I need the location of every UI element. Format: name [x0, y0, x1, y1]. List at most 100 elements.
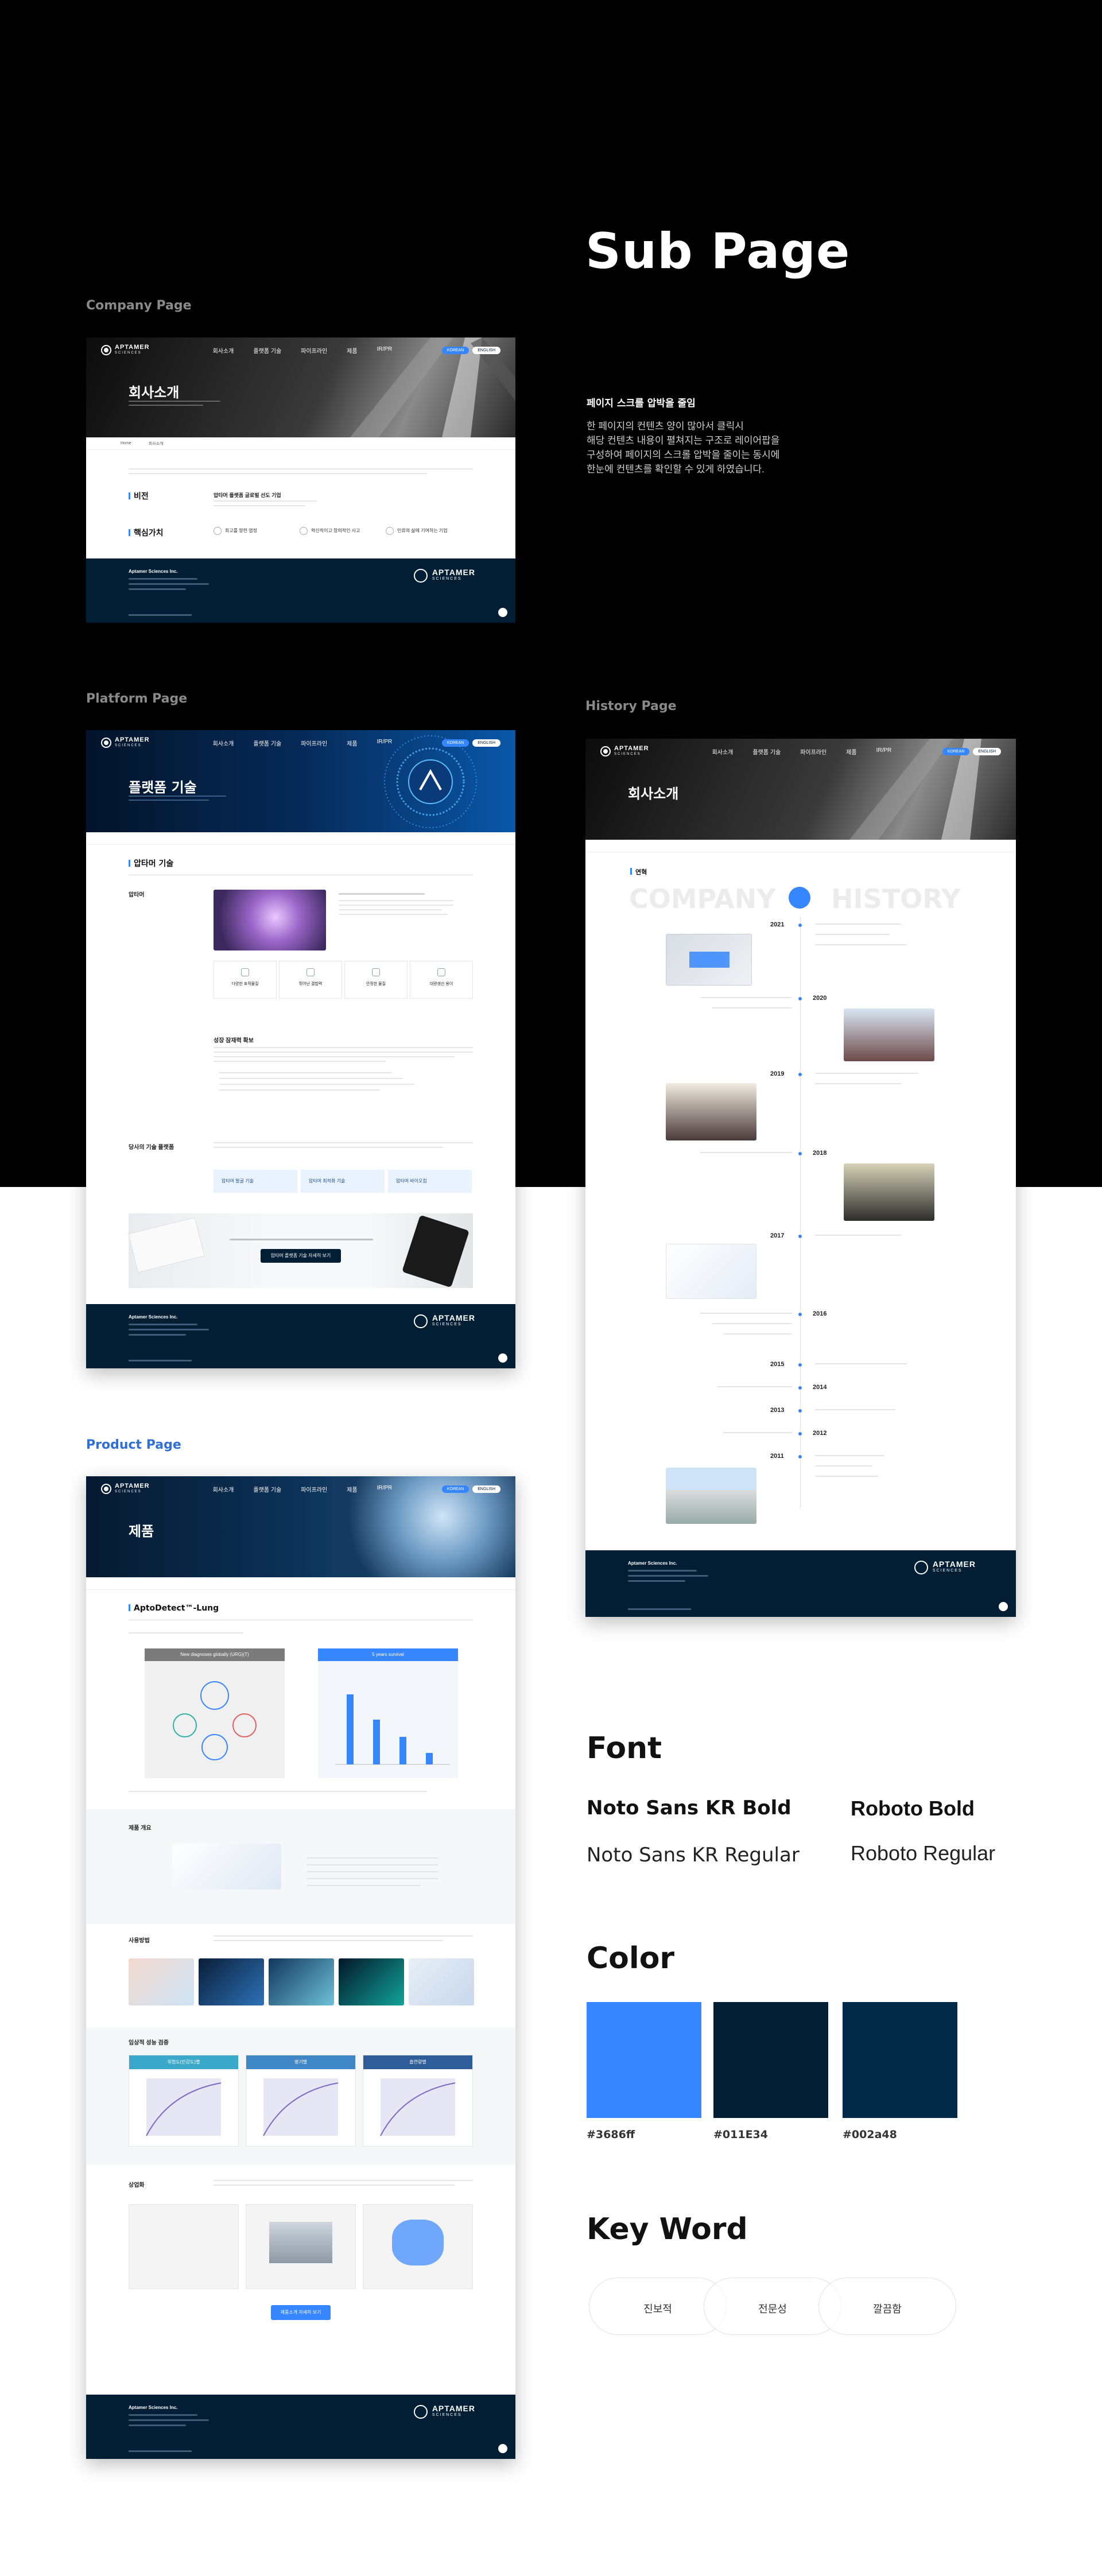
nav-item[interactable]: 제품: [347, 739, 357, 747]
lang-en-button[interactable]: ENGLISH: [472, 739, 500, 747]
commercial-card: [129, 2204, 239, 2289]
nav-item[interactable]: 회사소개: [213, 1485, 234, 1493]
footer: Aptamer Sciences Inc. APTAMER SCIENCES: [585, 1550, 1016, 1617]
brand-logo[interactable]: APTAMER SCIENCES: [101, 344, 150, 356]
clinical-tab-label[interactable]: 위험도(민감도)별: [129, 2055, 238, 2069]
intro-line: 해당 컨텐츠 내용이 펼쳐지는 구조로 레이어팝을: [587, 435, 780, 446]
platform-page-mock: 플랫폼 기술 APTAMER SCIENCES 회사소개 플랫폼 기술 파이프라인…: [86, 730, 515, 1368]
keyword-chip: 깔끔함: [818, 2278, 956, 2335]
feature-icon: [437, 968, 445, 976]
nav-item[interactable]: 플랫폼 기술: [253, 1485, 281, 1493]
tech-button[interactable]: 압타머 바이오칩: [388, 1170, 472, 1193]
platform-page-label: Platform Page: [86, 692, 188, 706]
intro-line: 구성하여 페이지의 스크롤 압박을 줄이는 동시에: [587, 449, 780, 460]
nav-item[interactable]: IR/PR: [377, 1485, 393, 1493]
brand-logo[interactable]: APTAMER SCIENCES: [600, 746, 649, 757]
growth-subheading: 성장 잠재력 확보: [214, 1038, 254, 1044]
color-label: #002a48: [843, 2128, 897, 2141]
nav-item[interactable]: 제품: [846, 747, 856, 756]
section-heading: 압타머 기술: [129, 858, 173, 869]
logo-text: APTAMER SCIENCES: [115, 344, 150, 355]
page-title: Sub Page: [585, 223, 851, 280]
nav-item[interactable]: 파이프라인: [301, 346, 327, 355]
nav-item[interactable]: 플랫폼 기술: [253, 346, 281, 355]
year-label: 2021: [770, 921, 785, 928]
lang-kr-button[interactable]: KOREAN: [441, 1485, 469, 1493]
year-label: 2019: [770, 1070, 785, 1077]
feature-card: 다양한 표적물질: [214, 961, 277, 999]
nav-item[interactable]: 파이프라인: [301, 739, 327, 747]
scroll-top-button[interactable]: [498, 2444, 507, 2453]
hero-title: 플랫폼 기술: [129, 779, 197, 796]
hero-subtitle: [129, 401, 226, 406]
history-photo: [666, 1244, 756, 1299]
keyword-text: 깔끔함: [873, 2303, 902, 2315]
method-step-image: [269, 1958, 334, 2005]
tech-button[interactable]: 압타머 최적화 기술: [301, 1170, 385, 1193]
nav-item[interactable]: IR/PR: [876, 747, 892, 756]
year-label: 2016: [813, 1310, 827, 1317]
year-label: 2017: [770, 1232, 785, 1239]
clinical-tab-label[interactable]: 병기별: [246, 2055, 355, 2069]
company-page-label: Company Page: [86, 298, 192, 313]
brand-logo[interactable]: APTAMER SCIENCES: [101, 1483, 150, 1495]
lang-kr-button[interactable]: KOREAN: [942, 747, 970, 755]
footer-logo: APTAMER SCIENCES: [413, 1314, 475, 1328]
nav-item[interactable]: IR/PR: [377, 346, 393, 355]
history-page-label: History Page: [585, 699, 677, 713]
breadcrumb-home[interactable]: Home: [121, 441, 131, 445]
nav-item[interactable]: 제품: [347, 346, 357, 355]
product-more-button[interactable]: 제품소개 자세히 보기: [271, 2305, 331, 2320]
nav-item[interactable]: 제품: [347, 1485, 357, 1493]
nav-item[interactable]: 플랫폼 기술: [253, 739, 281, 747]
nav-item[interactable]: 플랫폼 기술: [752, 747, 781, 756]
feature-icon: [241, 968, 249, 976]
product-kit-image: [172, 1844, 281, 1890]
footer-company-name: Aptamer Sciences Inc.: [628, 1561, 677, 1566]
aptamer-molecule-image: [214, 890, 326, 951]
font-heading: Font: [587, 1731, 662, 1766]
scroll-top-button[interactable]: [999, 1602, 1008, 1611]
breadcrumb: Home 회사소개: [86, 437, 515, 450]
feature-icon: [306, 968, 315, 976]
scroll-top-button[interactable]: [498, 1353, 507, 1363]
nav-item[interactable]: 회사소개: [213, 739, 234, 747]
lang-kr-button[interactable]: KOREAN: [441, 739, 469, 747]
intro-text: 한 페이지의 컨텐츠 양이 많아서 클릭시 해당 컨텐츠 내용이 펼쳐지는 구조…: [587, 419, 779, 476]
breadcrumb-current[interactable]: 회사소개: [149, 441, 164, 447]
cta-button[interactable]: 압타머 플랫폼 기술 자세히 보기: [261, 1249, 341, 1263]
nav-item[interactable]: 회사소개: [213, 346, 234, 355]
scroll-top-button[interactable]: [498, 608, 507, 617]
color-swatch-blue: [587, 2002, 701, 2118]
values-heading: 핵심가치: [129, 527, 164, 538]
footer: Aptamer Sciences Inc. APTAMER SCIENCES: [86, 1304, 515, 1368]
method-heading: 사용방법: [129, 1938, 150, 1944]
brand-logo[interactable]: APTAMER SCIENCES: [101, 737, 150, 748]
history-photo: [844, 1163, 934, 1221]
lang-en-button[interactable]: ENGLISH: [973, 747, 1001, 755]
nav-item[interactable]: 파이프라인: [800, 747, 826, 756]
footer-company-name: Aptamer Sciences Inc.: [129, 1314, 178, 1320]
history-logo-icon: [789, 887, 810, 909]
color-swatch-navy: [713, 2002, 828, 2118]
nav-item[interactable]: 회사소개: [712, 747, 734, 756]
year-label: 2011: [770, 1453, 784, 1460]
feature-list: 다양한 표적물질 뛰어난 결합력 안정한 물질 대량생산 용이: [214, 961, 473, 999]
font-sample-noto-bold: Noto Sans KR Bold: [587, 1797, 791, 1820]
nav-item[interactable]: IR/PR: [377, 739, 393, 747]
lang-kr-button[interactable]: KOREAN: [441, 346, 469, 354]
partner-heading: 당사의 기술 플랫폼: [129, 1145, 174, 1151]
tech-button[interactable]: 압타머 발굴 기술: [214, 1170, 297, 1193]
footer-logo: APTAMER SCIENCES: [413, 568, 475, 583]
lang-en-button[interactable]: ENGLISH: [472, 346, 500, 354]
item-label: 압타머: [129, 892, 145, 898]
top-navigation: APTAMER SCIENCES 회사소개 플랫폼 기술 파이프라인 제품 IR/…: [585, 739, 1016, 764]
vision-text: 압타머 플랫폼 글로벌 선도 기업: [214, 492, 281, 498]
color-swatch-darkblue: [843, 2002, 957, 2118]
vision-heading: 비전: [129, 490, 149, 502]
nav-item[interactable]: 파이프라인: [301, 1485, 327, 1493]
lang-en-button[interactable]: ENGLISH: [472, 1485, 500, 1493]
feature-card: 대량생산 용이: [410, 961, 473, 999]
chart-left: New diagnoses globally (URG)(T): [145, 1648, 285, 1778]
clinical-tab-label[interactable]: 흡연량별: [363, 2055, 472, 2069]
